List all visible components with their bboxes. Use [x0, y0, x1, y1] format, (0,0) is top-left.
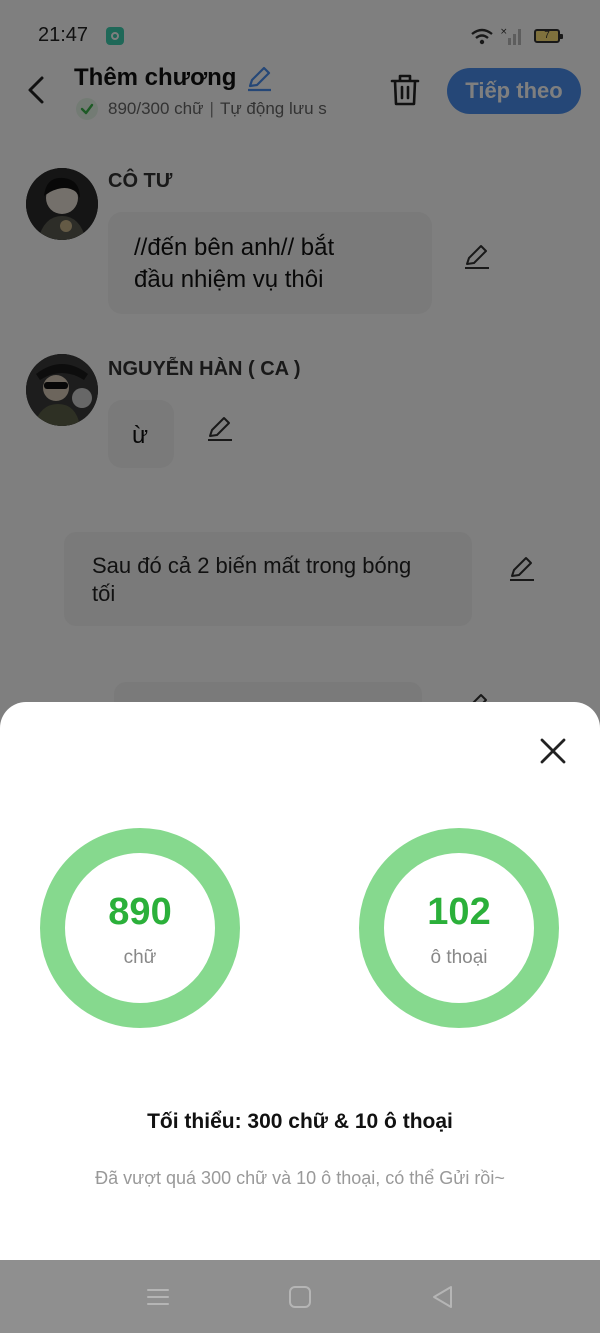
stats-bottom-sheet: 890 chữ 102 ô thoại Tối thiểu: 300 chữ &… — [0, 702, 600, 1260]
word-count-ring: 890 chữ — [40, 828, 240, 1028]
dialog-count-value: 102 — [427, 891, 491, 933]
dialog-count-unit: ô thoại — [430, 947, 488, 968]
home-square-icon[interactable] — [287, 1284, 313, 1310]
back-triangle-icon[interactable] — [430, 1284, 456, 1310]
system-nav-bar — [0, 1260, 600, 1333]
close-icon[interactable] — [536, 734, 570, 768]
word-count-value: 890 — [108, 891, 172, 933]
submit-hint: Đã vượt quá 300 chữ và 10 ô thoại, có th… — [95, 1168, 505, 1188]
word-count-unit: chữ — [123, 947, 157, 968]
dialog-count-ring: 102 ô thoại — [359, 828, 559, 1028]
minimum-requirement: Tối thiểu: 300 chữ & 10 ô thoại — [147, 1110, 453, 1133]
menu-icon[interactable] — [145, 1284, 171, 1310]
